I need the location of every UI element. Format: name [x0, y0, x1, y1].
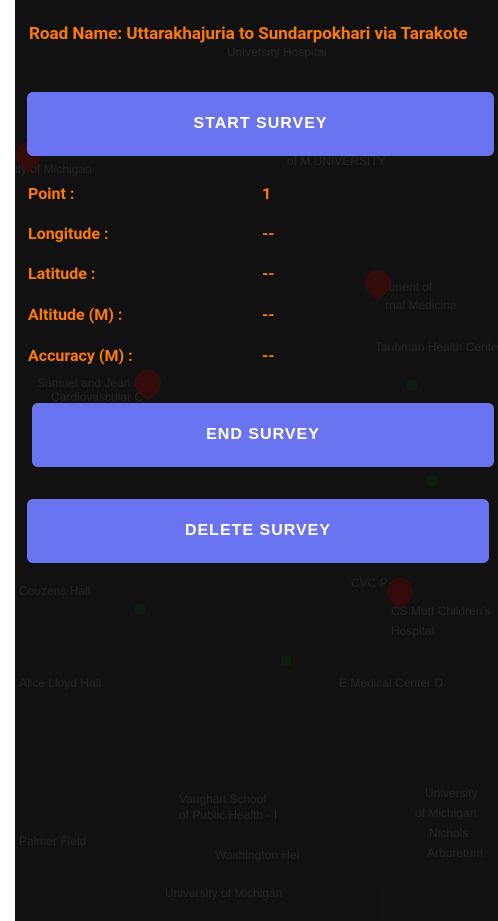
field-row-longitude: Longitude : --	[28, 224, 468, 246]
end-survey-button[interactable]: END SURVEY	[32, 403, 494, 467]
road-name-label: Road Name: Uttarakhajuria to Sundarpokha…	[29, 24, 468, 44]
survey-screen: University Hospital ity of Michigan of M…	[15, 0, 498, 921]
field-value: --	[262, 346, 275, 365]
field-value: 1	[262, 184, 272, 203]
field-row-point: Point : 1	[28, 184, 468, 206]
field-label: Latitude :	[28, 264, 96, 283]
delete-survey-button[interactable]: DELETE SURVEY	[27, 499, 489, 563]
field-label: Longitude :	[28, 224, 109, 243]
field-value: --	[262, 224, 275, 243]
field-row-altitude: Altitude (M) : --	[28, 305, 468, 327]
start-survey-button[interactable]: START SURVEY	[27, 92, 494, 156]
field-row-accuracy: Accuracy (M) : --	[28, 346, 468, 368]
field-label: Point :	[28, 184, 75, 203]
field-row-latitude: Latitude : --	[28, 264, 468, 286]
field-value: --	[262, 264, 275, 283]
field-value: --	[262, 305, 275, 324]
field-label: Accuracy (M) :	[28, 346, 133, 365]
field-label: Altitude (M) :	[28, 305, 123, 324]
